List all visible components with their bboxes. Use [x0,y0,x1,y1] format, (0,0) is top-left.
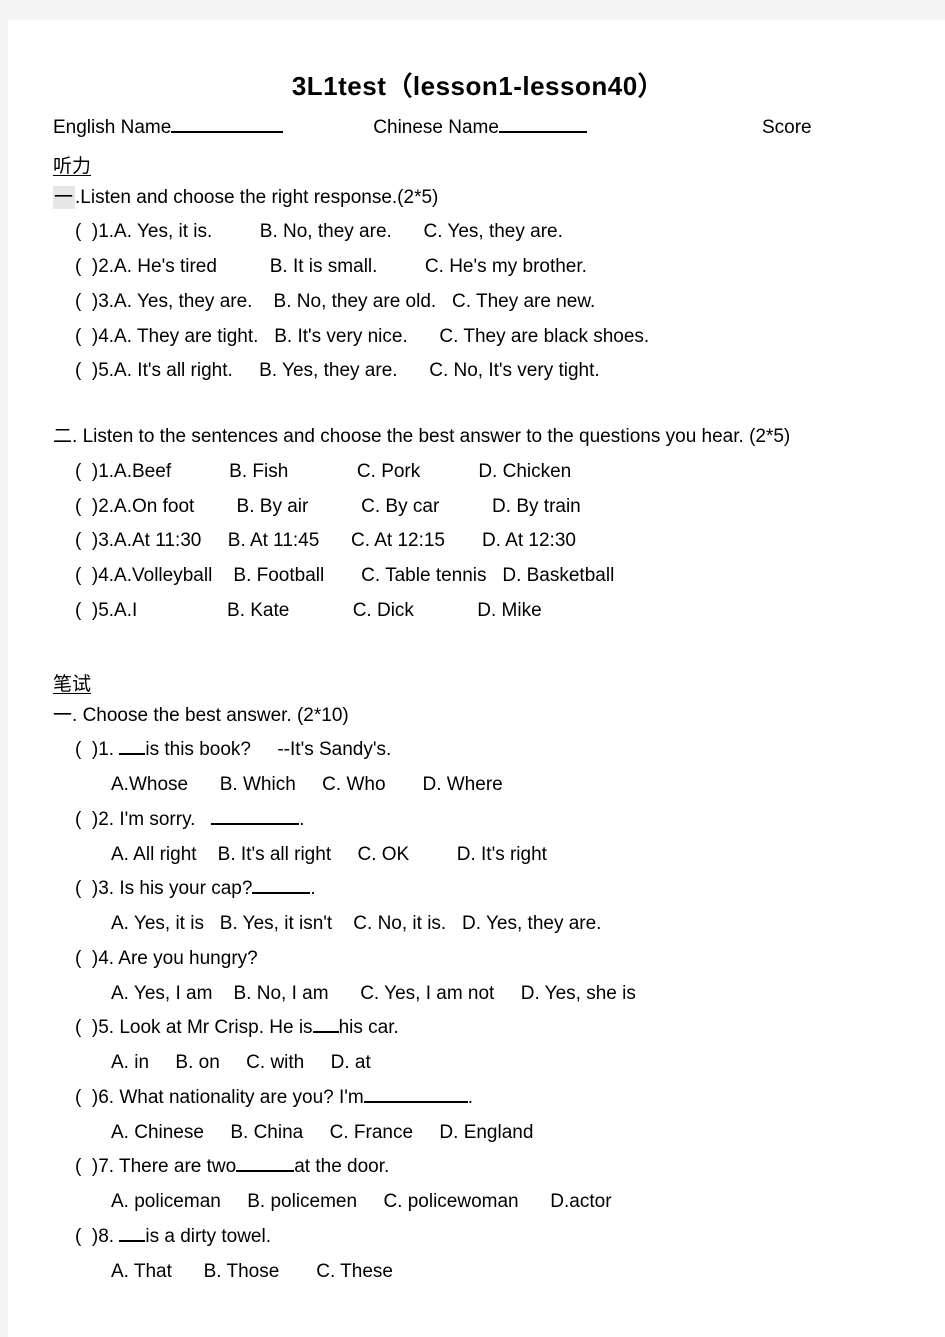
written-q8-stem-before: ( )8. [75,1225,120,1247]
written-q7-stem-after: at the door. [294,1156,390,1178]
written-q2-blank[interactable] [211,822,300,825]
written-q1[interactable]: ( )1. is this book? --It's Sandy's. [75,738,903,762]
written-q7[interactable]: ( )7. There are two at the door. [75,1155,903,1179]
written-instruction: 一. Choose the best answer. (2*10) [53,704,903,728]
written-q8-options[interactable]: A. That B. Those C. These [111,1260,903,1284]
written-q6[interactable]: ( )6. What nationality are you? I'm. [75,1086,903,1110]
written-q4[interactable]: ( )4. Are you hungry? [75,947,903,971]
written-q1-stem-before: ( )1. [75,739,120,761]
written-q5[interactable]: ( )5. Look at Mr Crisp. He is his car. [75,1016,903,1040]
listening-q4[interactable]: ( )4.A. They are tight. B. It's very nic… [75,325,903,349]
english-name-blank[interactable] [171,130,284,133]
listening-heading-text: 听力 [53,155,92,177]
written-marker-yi: 一 [53,704,73,726]
written-q4-options[interactable]: A. Yes, I am B. No, I am C. Yes, I am no… [111,982,903,1006]
written-q2-options[interactable]: A. All right B. It's all right C. OK D. … [111,843,903,867]
written-q2-stem-before: ( )2. I'm sorry. [75,808,212,830]
written-q6-stem-before: ( )6. What nationality are you? I'm [75,1086,364,1108]
written-q1-stem-after: is this book? --It's Sandy's. [145,739,392,761]
written-q8-stem-after: is a dirty towel. [145,1225,271,1247]
chinese-name-blank[interactable] [498,130,587,133]
written-q6-blank[interactable] [363,1100,468,1103]
written-heading-text: 笔试 [53,673,92,695]
written-q5-stem-after: his car. [338,1017,399,1039]
listening-part-2-instruction: 二. Listen to the sentences and choose th… [53,425,903,449]
listening-section-heading: 听力 [53,151,903,178]
written-q5-stem-before: ( )5. Look at Mr Crisp. He is [75,1017,313,1039]
listening2-q5[interactable]: ( )5.A.I B. Kate C. Dick D. Mike [75,599,903,623]
part-1-instruction-text: .Listen and choose the right response.(2… [75,186,439,208]
listening2-q4[interactable]: ( )4.A.Volleyball B. Football C. Table t… [75,564,903,588]
written-q6-options[interactable]: A. Chinese B. China C. France D. England [111,1121,903,1145]
written-q3-stem-after: . [310,878,316,900]
written-q2-stem-after: . [299,808,305,830]
written-q7-options[interactable]: A. policeman B. policemen C. policewoman… [111,1190,903,1214]
chinese-name-label: Chinese Name [373,116,499,138]
written-q3-options[interactable]: A. Yes, it is B. Yes, it isn't C. No, it… [111,912,903,936]
written-q8[interactable]: ( )8. is a dirty towel. [75,1225,903,1249]
part-marker-er: 二 [53,426,73,448]
written-instruction-text: . Choose the best answer. (2*10) [72,704,349,726]
section-spacer-1 [53,383,903,417]
chinese-name-field: Chinese Name [373,117,587,139]
written-q8-blank[interactable] [119,1239,146,1242]
part-2-instruction-text: . Listen to the sentences and choose the… [72,426,791,448]
listening-part-1-instruction: 一 .Listen and choose the right response.(… [53,185,903,210]
english-name-field: English Name [53,116,284,139]
written-q4-stem-before: ( )4. Are you hungry? [75,947,258,969]
page-title: 3L1test（lesson1-lesson40） [291,71,665,101]
written-q1-options[interactable]: A.Whose B. Which C. Who D. Where [111,773,903,797]
score-label: Score [761,116,812,138]
written-q1-blank[interactable] [119,753,146,756]
student-info-row: English Name Chinese Name Score [53,117,903,139]
english-name-label: English Name [53,116,172,138]
listening-q3[interactable]: ( )3.A. Yes, they are. B. No, they are o… [75,290,903,314]
written-section-heading: 笔试 [53,669,903,696]
written-q3-stem-before: ( )3. Is his your cap? [75,878,253,900]
written-q5-options[interactable]: A. in B. on C. with D. at [111,1051,903,1075]
written-q7-stem-before: ( )7. There are two [75,1156,237,1178]
listening2-q1[interactable]: ( )1.A.Beef B. Fish C. Pork D. Chicken [75,460,903,484]
section-spacer-2 [53,623,903,657]
listening-q5[interactable]: ( )5.A. It's all right. B. Yes, they are… [75,359,903,383]
written-q5-blank[interactable] [312,1031,339,1034]
listening-q1[interactable]: ( )1.A. Yes, it is. B. No, they are. C. … [75,220,903,244]
listening-q2[interactable]: ( )2.A. He's tired B. It is small. C. He… [75,255,903,279]
listening2-q3[interactable]: ( )3.A.At 11:30 B. At 11:45 C. At 12:15 … [75,529,903,553]
document-body: 3L1test（lesson1-lesson40） English Name C… [53,20,903,1283]
written-q3[interactable]: ( )3. Is his your cap?. [75,877,903,901]
document-page: 3L1test（lesson1-lesson40） English Name C… [8,20,945,1337]
written-q3-blank[interactable] [252,892,311,895]
written-q2[interactable]: ( )2. I'm sorry. . [75,808,903,832]
written-q7-blank[interactable] [236,1170,295,1173]
written-q6-stem-after: . [467,1086,474,1108]
listening2-q2[interactable]: ( )2.A.On foot B. By air C. By car D. By… [75,495,903,519]
part-marker-yi: 一 [53,185,76,209]
